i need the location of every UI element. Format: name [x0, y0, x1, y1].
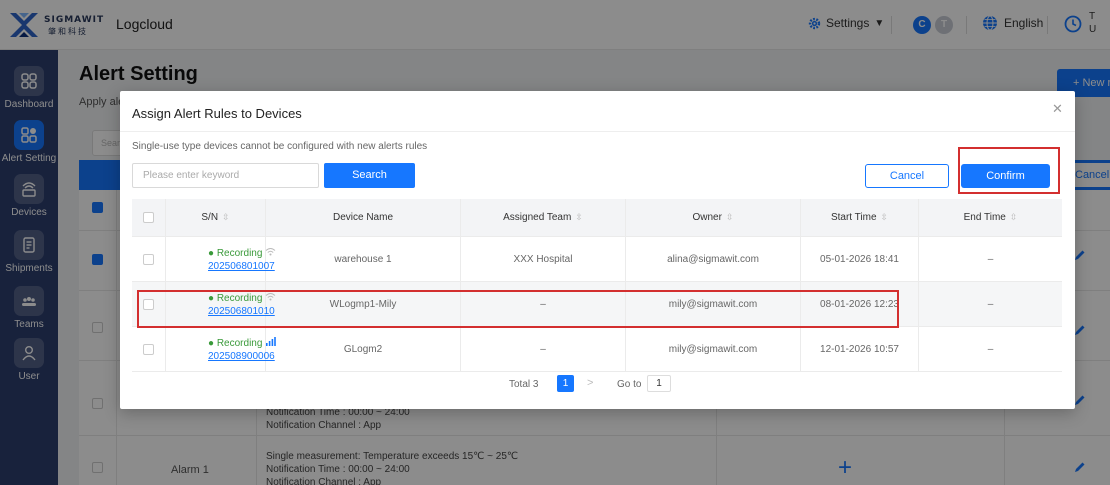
column-header-start-time[interactable]: Start Time ⇳: [801, 199, 919, 236]
end-time-cell: –: [987, 298, 994, 310]
sort-icon[interactable]: ⇳: [575, 212, 583, 223]
column-header-sn[interactable]: S/N ⇳: [166, 199, 266, 236]
column-header-label: S/N: [201, 212, 219, 223]
device-sn-link[interactable]: 202506801007: [208, 261, 275, 272]
column-header-label: Owner: [692, 212, 722, 223]
start-time-cell: 12-01-2026 10:57: [801, 327, 919, 371]
table-row[interactable]: ● Recording 202508900006 GLogm2 – mily@s…: [132, 327, 1062, 372]
search-button[interactable]: Search: [324, 163, 415, 188]
sort-icon[interactable]: ⇳: [881, 212, 889, 223]
end-time-cell: –: [987, 343, 994, 355]
column-header-label: Assigned Team: [503, 212, 572, 223]
confirm-button[interactable]: Confirm: [961, 164, 1050, 188]
sort-icon[interactable]: ⇳: [1010, 212, 1018, 223]
assigned-team-cell: –: [461, 282, 626, 326]
checkbox-cell: [132, 237, 166, 281]
assigned-team-cell: –: [461, 327, 626, 371]
owner-cell: alina@sigmawit.com: [626, 237, 801, 281]
divider: [120, 131, 1075, 132]
column-header-label: Device Name: [332, 212, 394, 223]
device-name-cell: WLogmp1-Mily: [266, 282, 461, 326]
select-all-cell: [132, 199, 166, 236]
column-header-end-time[interactable]: End Time ⇳: [919, 199, 1062, 236]
device-name-cell: GLogm2: [266, 327, 461, 371]
start-time-cell: 08-01-2026 12:23: [801, 282, 919, 326]
checkbox-cell: [132, 327, 166, 371]
sn-cell: ● Recording 202506801007: [166, 237, 276, 281]
sn-cell: ● Recording 202508900006: [166, 327, 277, 371]
table-header: S/N ⇳ Device Name Assigned Team ⇳ Owner ⇳ S…: [132, 199, 1062, 237]
assigned-team-cell: XXX Hospital: [461, 237, 626, 281]
goto-page-input[interactable]: 1: [647, 375, 671, 392]
device-sn-link[interactable]: 202506801010: [208, 306, 275, 317]
table-row[interactable]: ● Recording 202506801010 WLogmp1-Mily – …: [132, 282, 1062, 327]
sort-icon[interactable]: ⇳: [222, 212, 230, 223]
row-checkbox[interactable]: [143, 298, 154, 310]
select-all-checkbox[interactable]: [143, 212, 154, 223]
sn-cell: ● Recording 202506801010: [166, 282, 276, 326]
status-text: Recording: [216, 292, 263, 304]
column-header-device-name: Device Name: [266, 199, 461, 236]
sort-icon[interactable]: ⇳: [726, 212, 734, 223]
checkbox-cell: [132, 282, 166, 326]
row-checkbox[interactable]: [143, 253, 154, 265]
assign-alert-rules-dialog: Assign Alert Rules to Devices ✕ Single-u…: [120, 91, 1075, 409]
start-time-cell: 05-01-2026 18:41: [801, 237, 919, 281]
goto-label: Go to: [617, 379, 642, 390]
column-header-label: Start Time: [830, 212, 877, 223]
close-icon[interactable]: ✕: [1052, 101, 1063, 117]
next-page-icon[interactable]: >: [587, 377, 593, 389]
device-sn-link[interactable]: 202508900006: [208, 351, 275, 362]
dialog-hint: Single-use type devices cannot be config…: [132, 141, 428, 152]
column-header-assigned-team[interactable]: Assigned Team ⇳: [461, 199, 626, 236]
owner-cell: mily@sigmawit.com: [626, 327, 801, 371]
status-text: Recording: [216, 247, 263, 259]
device-name-cell: warehouse 1: [266, 237, 461, 281]
status-text: Recording: [216, 337, 263, 349]
pagination-total: Total 3: [509, 379, 539, 390]
keyword-search-input[interactable]: [132, 163, 319, 188]
cancel-button[interactable]: Cancel: [865, 164, 949, 188]
pagination: Total 3 1 > Go to 1: [120, 373, 1075, 397]
dialog-title: Assign Alert Rules to Devices: [132, 106, 302, 121]
column-header-label: End Time: [963, 212, 1006, 223]
column-header-owner[interactable]: Owner ⇳: [626, 199, 801, 236]
owner-cell: mily@sigmawit.com: [626, 282, 801, 326]
page-button-current[interactable]: 1: [557, 375, 574, 392]
row-checkbox[interactable]: [143, 343, 154, 355]
end-time-cell: –: [987, 253, 994, 265]
table-row[interactable]: ● Recording 202506801007 warehouse 1 XXX…: [132, 237, 1062, 282]
